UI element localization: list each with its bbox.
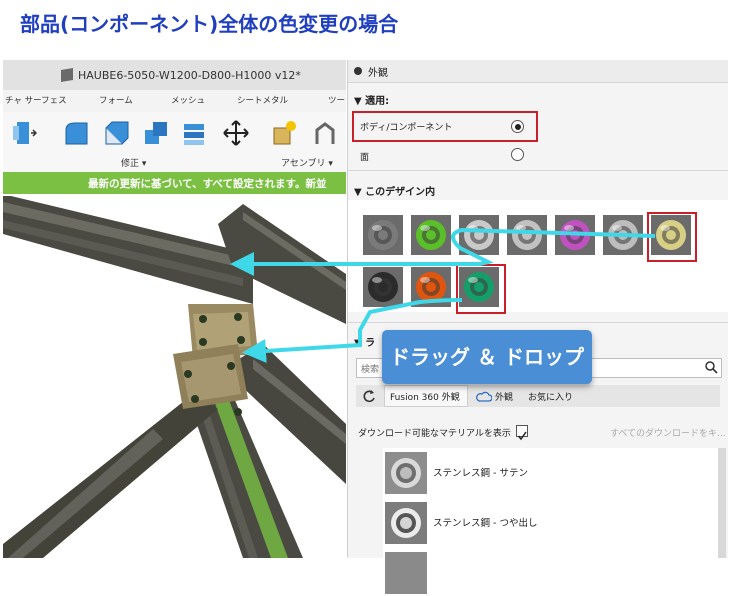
cloud-icon bbox=[476, 391, 492, 402]
design-section-header[interactable]: ▼ このデザイン内 bbox=[354, 183, 435, 198]
swatch-orange[interactable] bbox=[411, 267, 451, 307]
swatch-purple[interactable] bbox=[555, 215, 595, 255]
swatch-gray[interactable] bbox=[363, 215, 403, 255]
tab-surface[interactable]: チャ サーフェス bbox=[5, 94, 67, 106]
offset-faces-icon[interactable] bbox=[181, 120, 207, 146]
tab-form[interactable]: フォーム bbox=[99, 94, 133, 106]
show-downloadable-checkbox[interactable] bbox=[516, 425, 528, 441]
tab-sheet-metal[interactable]: シートメタル bbox=[237, 94, 288, 106]
divider bbox=[348, 170, 728, 171]
combine-icon[interactable] bbox=[143, 120, 169, 146]
checkmark-icon bbox=[517, 431, 527, 441]
tab-cloud-appearance[interactable]: 外観 bbox=[495, 390, 513, 403]
body-component-radio[interactable] bbox=[511, 120, 524, 133]
frame-model-render bbox=[3, 196, 346, 558]
panel-header[interactable]: 外観 bbox=[348, 60, 728, 83]
document-title: HAUBE6-5050-W1200-D800-H1000 v12* bbox=[78, 69, 301, 82]
library-tabs: Fusion 360 外観 外観 お気に入り bbox=[356, 385, 720, 407]
material-thumbnail bbox=[385, 552, 427, 594]
material-name: ステンレス鋼 - サテン bbox=[433, 468, 528, 479]
refresh-icon[interactable] bbox=[362, 389, 376, 403]
show-downloadable-label: ダウンロード可能なマテリアルを表示 bbox=[358, 429, 511, 439]
material-list-scrollbar[interactable] bbox=[718, 448, 726, 558]
fillet-icon[interactable] bbox=[63, 120, 89, 146]
option-face-label: 面 bbox=[360, 153, 370, 163]
tab-fusion360-appearance[interactable]: Fusion 360 外観 bbox=[390, 390, 460, 403]
list-item[interactable]: ステンレス鋼 - サテン bbox=[383, 450, 718, 496]
banner-text: 最新の更新に基づいて、すべて設定されます。新並 bbox=[88, 178, 327, 190]
search-placeholder: 検索 bbox=[361, 365, 380, 375]
fusion-window: HAUBE6-5050-W1200-D800-H1000 v12* チャ サーフ… bbox=[3, 60, 346, 558]
workspace-tabs: チャ サーフェス フォーム メッシュ シートメタル ツー bbox=[3, 90, 346, 112]
swatch-silver-3[interactable] bbox=[603, 215, 643, 255]
swatch-silver[interactable] bbox=[459, 215, 499, 255]
toolbar-ribbon: 修正 ▾ アセンブリ ▾ bbox=[3, 112, 346, 173]
assembly-menu[interactable]: アセンブリ ▾ bbox=[281, 156, 333, 169]
document-cube-icon bbox=[61, 67, 73, 83]
target-swatch-highlight bbox=[647, 212, 697, 262]
model-viewport[interactable] bbox=[3, 194, 346, 558]
list-item[interactable] bbox=[383, 550, 718, 596]
panel-collapse-icon[interactable] bbox=[354, 67, 362, 75]
swatch-green[interactable] bbox=[411, 215, 451, 255]
shell-icon[interactable] bbox=[103, 120, 129, 146]
tab-mesh[interactable]: メッシュ bbox=[171, 94, 205, 106]
apply-section-header[interactable]: ▼ 適用: bbox=[354, 92, 389, 107]
material-list: ステンレス鋼 - サテン ステンレス鋼 - つや出し bbox=[383, 448, 718, 594]
tab-tools[interactable]: ツー bbox=[328, 94, 345, 106]
search-icon[interactable] bbox=[705, 361, 718, 374]
library-section-header[interactable]: ▼ ラ bbox=[354, 334, 375, 349]
divider bbox=[348, 322, 728, 323]
material-name: ステンレス鋼 - つや出し bbox=[433, 518, 538, 529]
list-item[interactable]: ステンレス鋼 - つや出し bbox=[383, 500, 718, 546]
panel-title: 外観 bbox=[368, 68, 388, 79]
material-thumbnail bbox=[385, 502, 427, 544]
callout-text: ドラッグ ＆ ドロップ bbox=[390, 345, 584, 369]
swatch-silver-2[interactable] bbox=[507, 215, 547, 255]
document-tab[interactable]: HAUBE6-5050-W1200-D800-H1000 v12* bbox=[3, 60, 346, 90]
tab-favorites[interactable]: お気に入り bbox=[528, 390, 573, 403]
appearance-panel: 外観 ▼ 適用: ボディ/コンポーネント 面 ▼ このデザイン内 ▼ ラ 検索 … bbox=[347, 60, 728, 594]
material-thumbnail bbox=[385, 452, 427, 494]
joint-icon[interactable] bbox=[313, 120, 339, 146]
modify-menu[interactable]: 修正 ▾ bbox=[121, 156, 146, 169]
move-icon[interactable] bbox=[223, 120, 249, 146]
drag-drop-callout: ドラッグ ＆ ドロップ bbox=[382, 330, 592, 384]
new-component-icon[interactable] bbox=[271, 120, 297, 146]
option-body-component-label: ボディ/コンポーネント bbox=[360, 123, 453, 133]
slide-title: 部品(コンポーネント)全体の色変更の場合 bbox=[20, 12, 399, 36]
face-radio[interactable] bbox=[511, 148, 524, 161]
download-all-link[interactable]: すべてのダウンロードをキ... bbox=[610, 426, 726, 439]
press-pull-icon[interactable] bbox=[11, 120, 37, 146]
swatch-black[interactable] bbox=[363, 267, 403, 307]
source-swatch-highlight bbox=[456, 264, 506, 314]
